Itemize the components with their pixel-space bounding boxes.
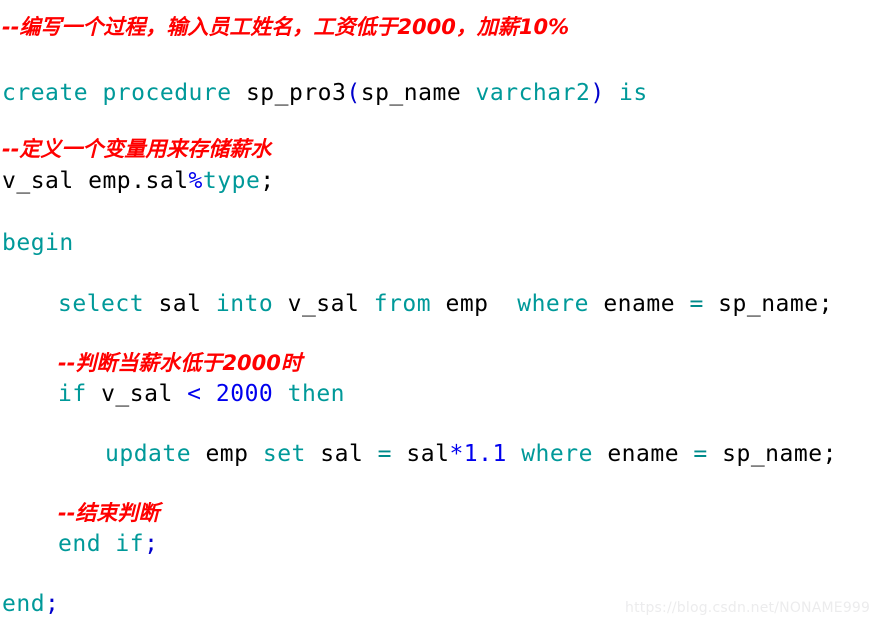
code-token: where [517,291,589,317]
watermark-url: https://blog.csdn.net/NONAME999 [625,600,871,616]
code-token: emp [205,441,249,467]
code-token: from [373,291,432,317]
code-line: select sal into v_sal from emp where ena… [58,289,833,319]
code-token: procedure [102,80,232,106]
code-token: where [521,441,593,467]
code-token: 2000 [215,381,274,407]
code-comment-line: --判断当薪水低于2000时 [58,351,302,375]
code-snippet-canvas: --编写一个过程，输入员工姓名，工资低于2000，加薪10% create pro… [0,0,880,627]
code-token: < [187,381,202,407]
code-token: sal [406,441,450,467]
code-token: = [693,441,708,467]
code-token: is [619,80,648,106]
code-token: select [58,291,145,317]
code-token: varchar2 [475,80,591,106]
code-token: 1.1 [463,441,507,467]
code-token: sp_name [718,291,819,317]
code-token: sal [320,441,364,467]
code-line: if v_sal < 2000 then [58,379,345,409]
code-token: = [689,291,704,317]
code-token: sp_name [360,80,462,106]
code-line: create procedure sp_pro3(sp_name varchar… [2,78,648,108]
code-line: begin [2,228,74,258]
code-token: then [287,381,346,407]
code-token: v_sal [2,168,74,194]
code-comment-line: --定义一个变量用来存储薪水 [2,137,272,161]
code-token: ; [818,291,833,317]
code-token: create [2,80,89,106]
code-token: end [2,591,46,617]
code-token: ename [603,291,676,317]
code-comment-line: --编写一个过程，输入员工姓名，工资低于2000，加薪10% [2,15,570,39]
code-token: ename [607,441,680,467]
code-token: sal [158,291,202,317]
code-token: * [449,441,464,467]
code-token: begin [2,230,74,256]
code-token: ; [822,441,837,467]
code-token: sp_name [722,441,823,467]
code-token: set [262,441,306,467]
code-token: emp [445,291,489,317]
code-token: ( [346,80,361,106]
code-token: sal [145,168,189,194]
code-token: type [202,168,261,194]
code-token: sp_pro3 [245,80,347,106]
code-token: ) [590,80,605,106]
code-line: end if; [58,529,158,559]
code-line: v_sal emp.sal%type; [2,166,275,196]
code-token: v_sal [101,381,173,407]
code-token: update [105,441,192,467]
code-token: if [115,531,145,557]
code-token: v_sal [287,291,360,317]
code-token: ; [45,591,60,617]
code-token: = [377,441,393,467]
code-token: if [58,381,87,407]
code-comment-line: --结束判断 [58,501,160,525]
code-line: update emp set sal = sal*1.1 where ename… [105,439,837,469]
code-token: ; [144,531,159,557]
code-token: end [58,531,102,557]
code-token: into [215,291,274,317]
code-line: end; [2,589,59,619]
code-token: % [188,168,203,194]
code-token: ; [260,168,275,194]
code-token: emp. [88,168,146,194]
